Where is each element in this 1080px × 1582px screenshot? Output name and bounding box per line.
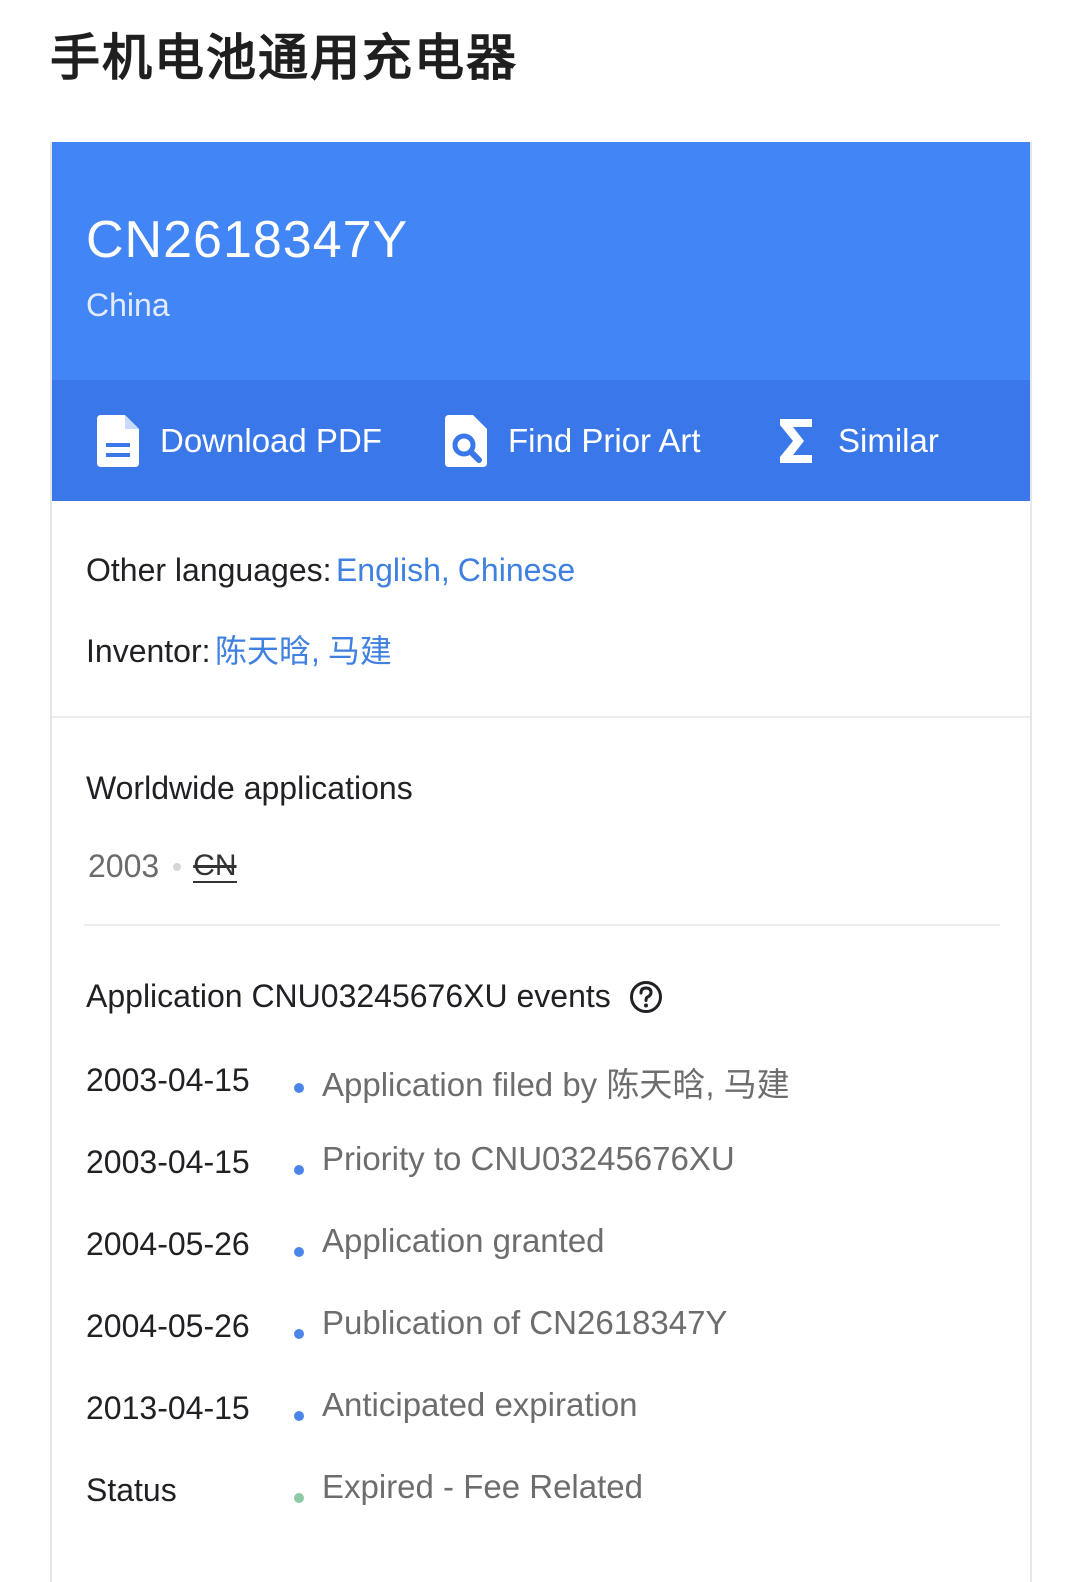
publication-number: CN2618347Y: [86, 211, 409, 269]
document-icon: [94, 412, 142, 470]
worldwide-applications-title: Worldwide applications: [86, 770, 413, 806]
event-bullet: [294, 1411, 304, 1421]
sigma-icon: [772, 412, 820, 470]
find-prior-art-label: Find Prior Art: [508, 421, 701, 459]
page-title: 手机电池通用充电器: [50, 29, 518, 87]
status-value: Expired - Fee Related: [322, 1468, 643, 1505]
events-list: 2003-04-15 Application filed by 陈天晗, 马建 …: [86, 1062, 986, 1554]
event-date: 2003-04-15: [86, 1062, 250, 1098]
event-bullet: [294, 1329, 304, 1339]
event-description: Priority to CNU03245676XU: [322, 1140, 735, 1177]
event-bullet: [294, 1083, 304, 1093]
language-link-chinese[interactable]: Chinese: [458, 552, 575, 588]
inventor-key: Inventor:: [86, 633, 211, 669]
download-pdf-label: Download PDF: [160, 421, 382, 459]
event-row: 2004-05-26 Publication of CN2618347Y: [86, 1304, 986, 1390]
separator: ,: [310, 633, 320, 669]
event-bullet: [294, 1165, 304, 1175]
status-bullet: [294, 1493, 304, 1503]
status-row: Status Expired - Fee Related: [86, 1468, 986, 1554]
patent-header: CN2618347Y China: [52, 142, 1030, 380]
country-label: China: [86, 287, 170, 323]
find-prior-art-button[interactable]: Find Prior Art: [442, 380, 701, 501]
event-date: 2013-04-15: [86, 1390, 250, 1426]
similar-button[interactable]: Similar: [772, 380, 939, 501]
events-heading: Application CNU03245676XU events: [86, 978, 663, 1015]
separator-dot: [173, 862, 182, 871]
separator: ,: [440, 552, 450, 588]
event-date: 2004-05-26: [86, 1226, 250, 1262]
event-date: 2003-04-15: [86, 1144, 250, 1180]
event-row: 2004-05-26 Application granted: [86, 1222, 986, 1308]
country-code-link[interactable]: CN: [193, 850, 237, 883]
language-link-english[interactable]: English: [336, 552, 441, 588]
help-icon[interactable]: [629, 980, 663, 1014]
inventor-link-2[interactable]: 马建: [328, 633, 392, 669]
events-title: Application CNU03245676XU events: [86, 978, 611, 1014]
event-description: Application filed by 陈天晗, 马建: [322, 1066, 790, 1103]
event-row: 2013-04-15 Anticipated expiration: [86, 1386, 986, 1472]
similar-label: Similar: [838, 421, 939, 459]
inventor-link-1[interactable]: 陈天晗: [215, 633, 311, 669]
status-label: Status: [86, 1472, 177, 1508]
download-pdf-button[interactable]: Download PDF: [94, 380, 382, 501]
application-year: 2003: [88, 848, 160, 884]
event-description: Publication of CN2618347Y: [322, 1304, 728, 1341]
worldwide-application-row: 2003 CN: [88, 848, 237, 885]
event-row: 2003-04-15 Priority to CNU03245676XU: [86, 1140, 986, 1226]
event-bullet: [294, 1247, 304, 1257]
event-row: 2003-04-15 Application filed by 陈天晗, 马建: [86, 1062, 986, 1144]
document-search-icon: [442, 412, 490, 470]
event-description: Anticipated expiration: [322, 1386, 638, 1423]
inventor-row: Inventor: 陈天晗, 马建: [86, 626, 392, 672]
event-date: 2004-05-26: [86, 1308, 250, 1344]
action-toolbar: Download PDF Find Prior Art Similar: [52, 380, 1030, 501]
other-languages-key: Other languages:: [86, 552, 332, 588]
event-description: Application granted: [322, 1222, 605, 1259]
section-divider: [52, 716, 1030, 718]
patent-card: CN2618347Y China Download PDF Find Prior…: [50, 142, 1032, 1582]
section-divider: [84, 924, 1000, 926]
other-languages-row: Other languages: English, Chinese: [86, 552, 575, 589]
